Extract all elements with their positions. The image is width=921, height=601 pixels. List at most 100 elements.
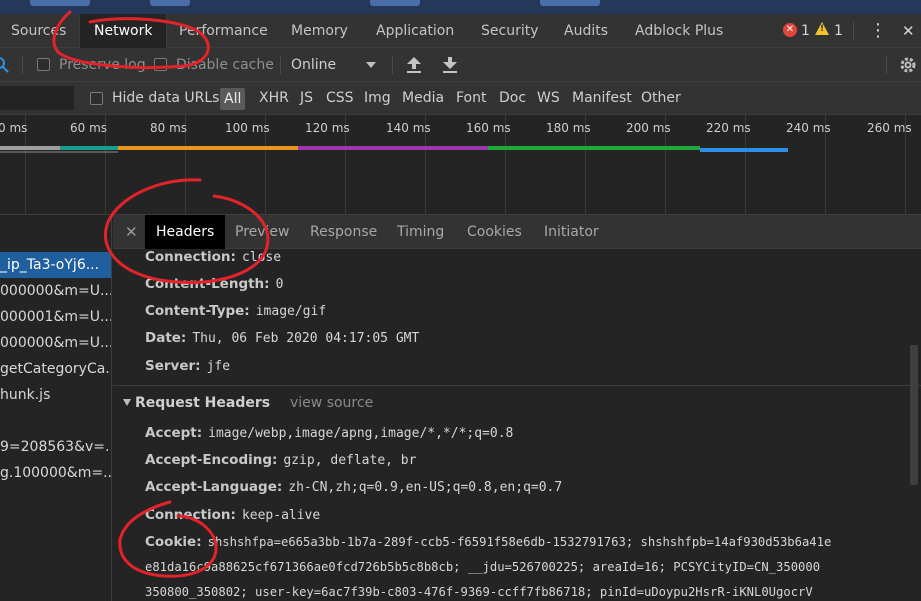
upload-icon[interactable] xyxy=(406,56,422,74)
header-value: shshshfpa=e665a3bb-1b7a-289f-ccb5-f6591f… xyxy=(207,535,832,549)
request-row[interactable]: 000000&m=U... xyxy=(0,330,111,356)
header-value: jfe xyxy=(206,359,231,374)
timeline-tick-label: 220 ms xyxy=(706,121,751,135)
filter-type-all[interactable]: All xyxy=(220,88,246,110)
request-row[interactable]: _ip_Ta3-oYj6... xyxy=(0,252,111,278)
warning-count[interactable]: 1 xyxy=(834,14,843,48)
network-toolbar: Preserve log Disable cache Online xyxy=(0,48,921,82)
header-name: Cookie: xyxy=(145,534,202,550)
request-row[interactable]: 9=208563&v=... xyxy=(0,434,111,460)
view-source-link[interactable]: view source xyxy=(290,386,373,420)
disable-cache-checkbox[interactable] xyxy=(154,58,167,71)
hide-data-urls-label[interactable]: Hide data URLs xyxy=(112,82,219,115)
filter-type-other[interactable]: Other xyxy=(641,82,681,115)
toolbar-divider xyxy=(392,56,393,74)
timeline-bar xyxy=(298,146,488,150)
header-value: zh-CN,zh;q=0.9,en-US;q=0.8,en;q=0.7 xyxy=(288,480,563,495)
filter-type-css[interactable]: CSS xyxy=(326,82,354,115)
request-header-row: Accept-Language: zh-CN,zh;q=0.9,en-US;q=0… xyxy=(145,477,562,497)
tab-application[interactable]: Application xyxy=(376,14,454,48)
toolbar-divider xyxy=(886,56,887,74)
response-header-row: Date: Thu, 06 Feb 2020 04:17:05 GMT xyxy=(145,328,419,348)
tab-headers[interactable]: Headers xyxy=(145,215,226,249)
preserve-log-checkbox[interactable] xyxy=(37,58,50,71)
header-value: gzip, deflate, br xyxy=(283,453,417,468)
search-icon[interactable] xyxy=(0,57,10,73)
filter-type-xhr[interactable]: XHR xyxy=(259,82,289,115)
request-headers-title[interactable]: Request Headers xyxy=(135,386,270,420)
filter-type-manifest[interactable]: Manifest xyxy=(572,82,632,115)
disable-cache-label[interactable]: Disable cache xyxy=(176,48,274,82)
header-value: Thu, 06 Feb 2020 04:17:05 GMT xyxy=(192,331,420,346)
tab-preview[interactable]: Preview xyxy=(235,215,290,249)
tab-response[interactable]: Response xyxy=(310,215,377,249)
timeline-overview[interactable]: 0 ms 60 ms 80 ms 100 ms 120 ms 140 ms 16… xyxy=(0,115,921,215)
hide-data-urls-checkbox[interactable] xyxy=(90,92,103,105)
tab-network[interactable]: Network xyxy=(79,14,168,48)
filter-type-ws[interactable]: WS xyxy=(537,82,560,115)
request-row[interactable]: g.100000&m=... xyxy=(0,460,111,486)
toolbar-divider xyxy=(22,56,23,74)
triangle-down-icon[interactable] xyxy=(123,399,131,406)
preserve-log-label[interactable]: Preserve log xyxy=(59,48,146,82)
tab-initiator[interactable]: Initiator xyxy=(544,215,599,249)
strip-blip xyxy=(370,0,420,6)
warning-icon[interactable]: ! xyxy=(815,22,829,35)
kebab-menu-icon[interactable]: ⋮ xyxy=(869,14,887,48)
filter-type-media[interactable]: Media xyxy=(402,82,444,115)
header-name: Server: xyxy=(145,358,201,374)
timeline-bar xyxy=(700,148,788,152)
request-row[interactable]: getCategoryCa... xyxy=(0,356,111,382)
details-scrollbar[interactable] xyxy=(910,345,918,485)
request-headers-section[interactable]: Request Headers view source xyxy=(113,385,921,419)
download-icon[interactable] xyxy=(442,56,458,74)
tab-timing[interactable]: Timing xyxy=(397,215,444,249)
filter-input[interactable] xyxy=(0,86,74,110)
tab-memory[interactable]: Memory xyxy=(291,14,348,48)
header-value: keep-alive xyxy=(241,508,321,523)
response-header-row: Content-Type: image/gif xyxy=(145,301,326,321)
error-count[interactable]: 1 xyxy=(801,14,810,48)
header-value: 0 xyxy=(275,277,284,292)
timeline-bar xyxy=(0,151,118,153)
request-row[interactable]: 000001&m=U... xyxy=(0,304,111,330)
header-name: Connection: xyxy=(145,249,236,265)
timeline-tick-label: 180 ms xyxy=(546,121,591,135)
tab-performance[interactable]: Performance xyxy=(179,14,268,48)
chevron-down-icon[interactable] xyxy=(366,62,376,68)
request-header-row: Connection: keep-alive xyxy=(145,505,320,525)
filter-type-js[interactable]: JS xyxy=(300,82,313,115)
request-row[interactable] xyxy=(0,408,111,434)
tab-adblock-plus[interactable]: Adblock Plus xyxy=(635,14,723,48)
cookie-value-continuation: e81da16c9a88625cf671366ae0fcd726b5b5c8b8… xyxy=(145,560,821,574)
tab-sources[interactable]: Sources xyxy=(11,14,66,48)
toolbar-divider xyxy=(280,56,281,74)
close-devtools-icon[interactable]: ✕ xyxy=(902,14,915,48)
timeline-tick-label: 140 ms xyxy=(386,121,431,135)
warning-glyph: ! xyxy=(820,24,825,34)
throttle-select[interactable]: Online xyxy=(291,48,336,82)
response-header-row: Content-Length: 0 xyxy=(145,274,283,294)
filter-type-font[interactable]: Font xyxy=(456,82,486,115)
tab-security[interactable]: Security xyxy=(481,14,539,48)
timeline-tick-label: 80 ms xyxy=(150,121,188,135)
timeline-tick-label: 0 ms xyxy=(0,121,28,135)
request-list: _ip_Ta3-oYj6... 000000&m=U... 000001&m=U… xyxy=(0,215,112,601)
header-name: Content-Type: xyxy=(145,303,250,319)
close-details-icon[interactable]: ✕ xyxy=(125,215,138,249)
request-header-row: Cookie: shshshfpa=e665a3bb-1b7a-289f-ccb5… xyxy=(145,532,831,552)
gear-icon[interactable] xyxy=(899,56,917,74)
strip-blip xyxy=(540,0,600,6)
request-row[interactable]: hunk.js xyxy=(0,382,111,408)
header-name: Date: xyxy=(145,330,187,346)
filter-type-doc[interactable]: Doc xyxy=(499,82,526,115)
request-row[interactable]: 000000&m=U... xyxy=(0,278,111,304)
response-header-row: Server: jfe xyxy=(145,356,230,376)
error-icon[interactable]: ✕ xyxy=(783,23,797,37)
details-tab-bar: ✕ Headers Preview Response Timing Cookie… xyxy=(113,215,921,249)
filter-type-img[interactable]: Img xyxy=(364,82,391,115)
tab-cookies[interactable]: Cookies xyxy=(467,215,522,249)
tab-audits[interactable]: Audits xyxy=(564,14,608,48)
cookie-value-continuation: 350800_350802; user-key=6ac7f39b-c803-47… xyxy=(145,585,813,599)
header-name: Content-Length: xyxy=(145,276,270,292)
